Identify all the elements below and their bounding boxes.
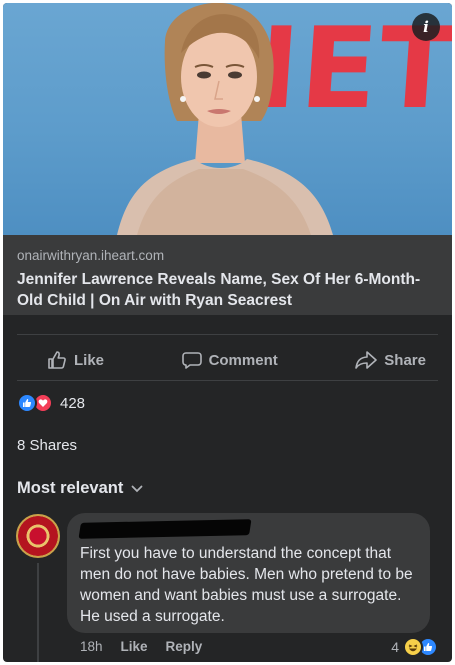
share-icon [355, 351, 378, 369]
commenter-avatar[interactable] [16, 514, 60, 558]
link-preview-details[interactable]: onairwithryan.iheart.com Jennifer Lawren… [3, 235, 452, 315]
link-domain: onairwithryan.iheart.com [17, 248, 165, 263]
post-action-bar: Like Comment Share [17, 340, 438, 380]
person-photo [117, 3, 333, 235]
comment-reply-button[interactable]: Reply [166, 639, 203, 654]
comment-label: Comment [208, 351, 278, 369]
share-button[interactable]: Share [355, 350, 426, 370]
reactions-summary[interactable]: 428 [17, 391, 85, 415]
info-icon[interactable]: i [412, 13, 440, 41]
shares-count[interactable]: 8 Shares [17, 437, 77, 454]
divider [17, 380, 438, 381]
comment-footer: 18h Like Reply [80, 639, 202, 654]
thread-line [37, 563, 39, 662]
like-icon [17, 393, 37, 413]
like-button[interactable]: Like [47, 350, 104, 370]
comment-reaction-count: 4 [391, 639, 399, 655]
haha-icon [403, 637, 423, 657]
divider [17, 334, 438, 335]
facebook-post: NET i onairwithryan.iheart.com Jennifer … [3, 3, 452, 662]
comment-icon [181, 352, 202, 369]
sort-label: Most relevant [17, 479, 124, 497]
link-preview-image[interactable]: NET i [3, 3, 452, 235]
comment-author-redacted[interactable] [78, 519, 252, 539]
comment-button[interactable]: Comment [181, 350, 278, 370]
comment-text: First you have to understand the concept… [80, 545, 413, 625]
comment-timestamp[interactable]: 18h [80, 639, 103, 654]
chevron-down-icon [131, 485, 143, 492]
comment-bubble: First you have to understand the concept… [67, 513, 430, 633]
reaction-count[interactable]: 428 [60, 395, 85, 412]
share-label: Share [384, 351, 426, 369]
like-label: Like [74, 351, 105, 369]
comment-reactions[interactable]: 4 [391, 637, 438, 657]
comment-like-button[interactable]: Like [121, 639, 148, 654]
comment-sort-dropdown[interactable]: Most relevant [17, 479, 143, 498]
reaction-icons [17, 393, 54, 413]
link-title[interactable]: Jennifer Lawrence Reveals Name, Sex Of H… [17, 269, 438, 311]
thumbs-up-icon [48, 351, 66, 369]
